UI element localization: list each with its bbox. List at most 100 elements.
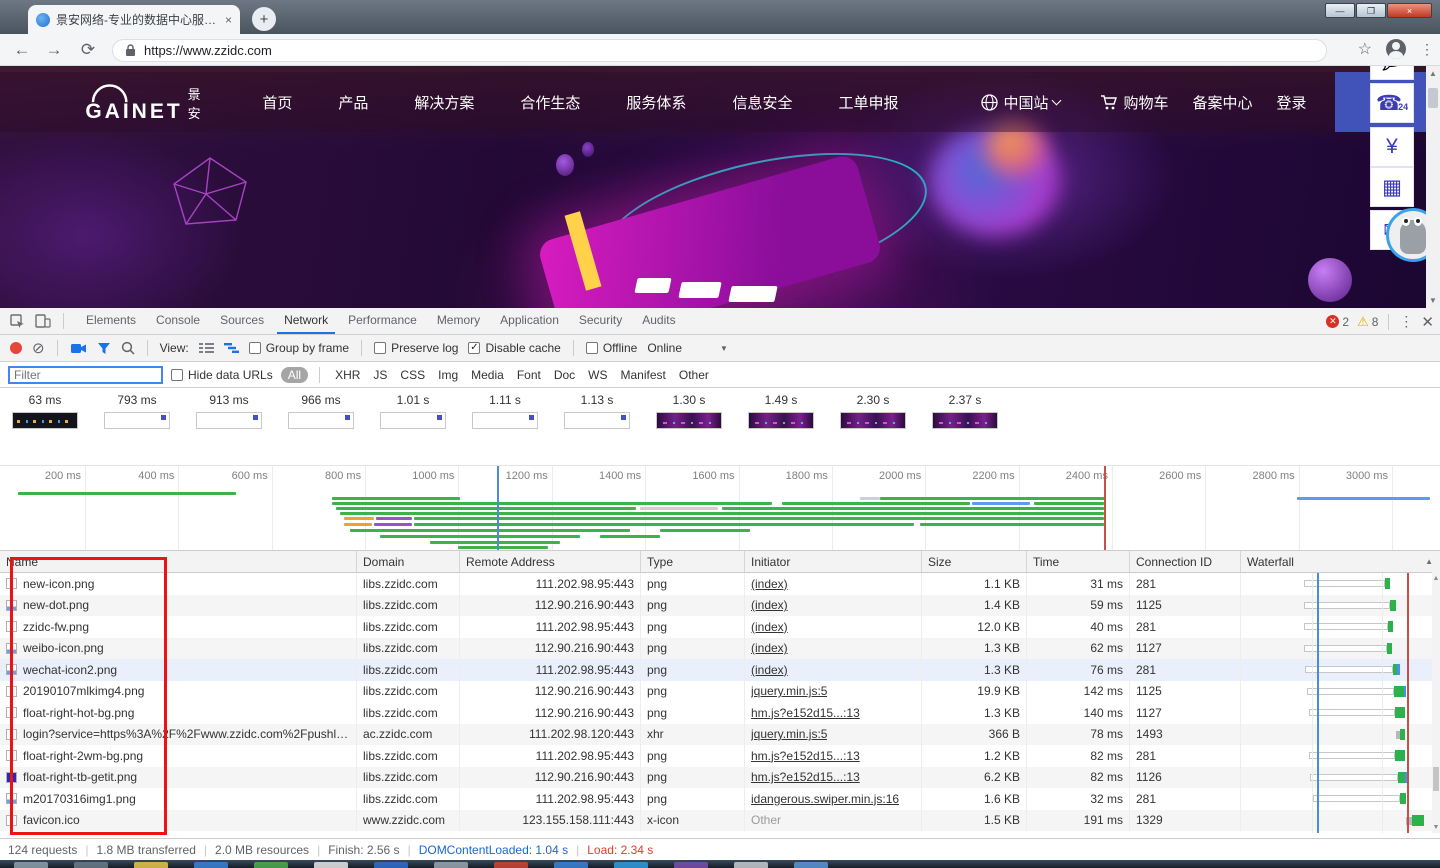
- clear-icon[interactable]: ⊘: [32, 341, 45, 356]
- taskbar-icon[interactable]: [74, 862, 108, 868]
- address-bar[interactable]: https://www.zzidc.com: [112, 39, 1327, 62]
- scroll-down-icon[interactable]: ▼: [1426, 296, 1440, 305]
- initiator-link[interactable]: (index): [751, 598, 788, 612]
- network-request-row[interactable]: login?service=https%3A%2F%2Fwww.zzidc.co…: [0, 724, 1432, 746]
- table-scroll-up-icon[interactable]: ▲: [1432, 575, 1440, 582]
- column-header-type[interactable]: Type: [641, 551, 745, 572]
- browser-menu-icon[interactable]: ⋮: [1420, 41, 1434, 58]
- column-header-time[interactable]: Time: [1027, 551, 1130, 572]
- search-icon[interactable]: [121, 341, 135, 355]
- taskbar-icon[interactable]: [674, 862, 708, 868]
- filter-type-ws[interactable]: WS: [588, 368, 607, 382]
- filter-type-all[interactable]: All: [281, 367, 308, 383]
- windows-taskbar[interactable]: [0, 860, 1440, 868]
- timeline-overview[interactable]: 200 ms400 ms600 ms800 ms1000 ms1200 ms14…: [0, 466, 1440, 551]
- view-waterfall-icon[interactable]: [224, 342, 239, 354]
- taskbar-icon[interactable]: [614, 862, 648, 868]
- initiator-link[interactable]: hm.js?e152d15...:13: [751, 706, 860, 720]
- nav-item-1[interactable]: 首页: [262, 92, 292, 113]
- filter-type-media[interactable]: Media: [471, 368, 504, 382]
- inspect-element-icon[interactable]: [10, 314, 25, 329]
- network-request-row[interactable]: m20170316img1.pnglibs.zzidc.com111.202.9…: [0, 788, 1432, 810]
- network-request-row[interactable]: weibo-icon.pnglibs.zzidc.com112.90.216.9…: [0, 638, 1432, 660]
- group-by-frame-checkbox[interactable]: Group by frame: [249, 341, 349, 355]
- filter-type-css[interactable]: CSS: [400, 368, 425, 382]
- filter-type-doc[interactable]: Doc: [554, 368, 575, 382]
- filmstrip-frame[interactable]: [932, 412, 998, 429]
- record-button[interactable]: [10, 342, 22, 354]
- bookmark-star-icon[interactable]: ☆: [1358, 39, 1372, 59]
- nav-item-7[interactable]: 工单申报: [838, 92, 898, 113]
- site-logo[interactable]: GAINET 景安: [88, 80, 209, 124]
- reload-button[interactable]: ⟳: [78, 40, 98, 60]
- network-request-row[interactable]: zzidc-fw.pnglibs.zzidc.com111.202.98.95:…: [0, 616, 1432, 638]
- initiator-link[interactable]: (index): [751, 641, 788, 655]
- taskbar-icon[interactable]: [794, 862, 828, 868]
- network-request-row[interactable]: new-icon.pnglibs.zzidc.com111.202.98.95:…: [0, 573, 1432, 595]
- minimize-button[interactable]: —: [1325, 3, 1355, 18]
- cart-link[interactable]: 购物车: [1100, 92, 1168, 113]
- tab-sources[interactable]: Sources: [213, 308, 271, 334]
- taskbar-icon[interactable]: [434, 862, 468, 868]
- login-link[interactable]: 登录: [1277, 92, 1307, 113]
- filter-type-xhr[interactable]: XHR: [335, 368, 360, 382]
- profile-avatar[interactable]: [1386, 39, 1406, 59]
- column-header-name[interactable]: Name: [0, 551, 357, 572]
- restore-button[interactable]: ❐: [1356, 3, 1386, 18]
- locale-switcher[interactable]: 中国站: [981, 92, 1060, 113]
- column-header-size[interactable]: Size: [922, 551, 1027, 572]
- tab-network[interactable]: Network: [277, 308, 335, 334]
- network-request-row[interactable]: wechat-icon2.pnglibs.zzidc.com111.202.98…: [0, 659, 1432, 681]
- page-scroll-thumb[interactable]: [1428, 88, 1438, 108]
- qr-code-icon[interactable]: ▦: [1370, 167, 1414, 207]
- filmstrip-frame[interactable]: [564, 412, 630, 429]
- filmstrip-frame[interactable]: [12, 412, 78, 429]
- initiator-link[interactable]: jquery.min.js:5: [751, 684, 827, 698]
- column-header-remote-address[interactable]: Remote Address: [460, 551, 641, 572]
- initiator-link[interactable]: hm.js?e152d15...:13: [751, 770, 860, 784]
- filter-type-img[interactable]: Img: [438, 368, 458, 382]
- tab-security[interactable]: Security: [572, 308, 629, 334]
- filmstrip-camera-icon[interactable]: [70, 342, 87, 355]
- column-header-domain[interactable]: Domain: [357, 551, 460, 572]
- page-scrollbar[interactable]: ▲ ▼: [1426, 66, 1440, 308]
- beian-link[interactable]: 备案中心: [1193, 92, 1253, 113]
- new-tab-button[interactable]: +: [252, 7, 276, 31]
- forward-button[interactable]: →: [44, 40, 64, 60]
- initiator-link[interactable]: (index): [751, 663, 788, 677]
- device-toolbar-icon[interactable]: [35, 314, 51, 328]
- scroll-up-icon[interactable]: ▲: [1426, 69, 1440, 78]
- initiator-link[interactable]: (index): [751, 577, 788, 591]
- taskbar-icon[interactable]: [194, 862, 228, 868]
- nav-item-4[interactable]: 合作生态: [520, 92, 580, 113]
- initiator-link[interactable]: idangerous.swiper.min.js:16: [751, 792, 899, 806]
- nav-item-3[interactable]: 解决方案: [414, 92, 474, 113]
- back-button[interactable]: ←: [12, 40, 32, 60]
- filmstrip-frame[interactable]: [656, 412, 722, 429]
- hide-data-urls-checkbox[interactable]: Hide data URLs: [171, 368, 273, 382]
- column-header-connection-id[interactable]: Connection ID: [1130, 551, 1241, 572]
- tab-audits[interactable]: Audits: [635, 308, 682, 334]
- taskbar-icon[interactable]: [314, 862, 348, 868]
- devtools-menu-icon[interactable]: ⋮: [1399, 313, 1413, 330]
- network-request-row[interactable]: favicon.icowww.zzidc.com123.155.158.111:…: [0, 810, 1432, 832]
- filmstrip-frame[interactable]: [104, 412, 170, 429]
- initiator-link[interactable]: (index): [751, 620, 788, 634]
- filter-type-js[interactable]: JS: [373, 368, 387, 382]
- taskbar-icon[interactable]: [254, 862, 288, 868]
- network-request-row[interactable]: float-right-hot-bg.pnglibs.zzidc.com112.…: [0, 702, 1432, 724]
- initiator-link[interactable]: jquery.min.js:5: [751, 727, 827, 741]
- taskbar-icon[interactable]: [554, 862, 588, 868]
- initiator-link[interactable]: hm.js?e152d15...:13: [751, 749, 860, 763]
- filmstrip-frame[interactable]: [380, 412, 446, 429]
- filter-type-manifest[interactable]: Manifest: [621, 368, 666, 382]
- column-header-waterfall[interactable]: Waterfall▲: [1241, 551, 1440, 572]
- filter-type-other[interactable]: Other: [679, 368, 709, 382]
- tab-close-icon[interactable]: ×: [225, 13, 232, 27]
- offline-checkbox[interactable]: Offline: [586, 341, 637, 355]
- currency-yen-icon[interactable]: ¥: [1370, 127, 1414, 167]
- network-request-row[interactable]: 20190107mlkimg4.pnglibs.zzidc.com112.90.…: [0, 681, 1432, 703]
- chat-icon[interactable]: 💬: [1370, 66, 1414, 80]
- table-scroll-thumb[interactable]: [1433, 767, 1439, 791]
- column-header-initiator[interactable]: Initiator: [745, 551, 922, 572]
